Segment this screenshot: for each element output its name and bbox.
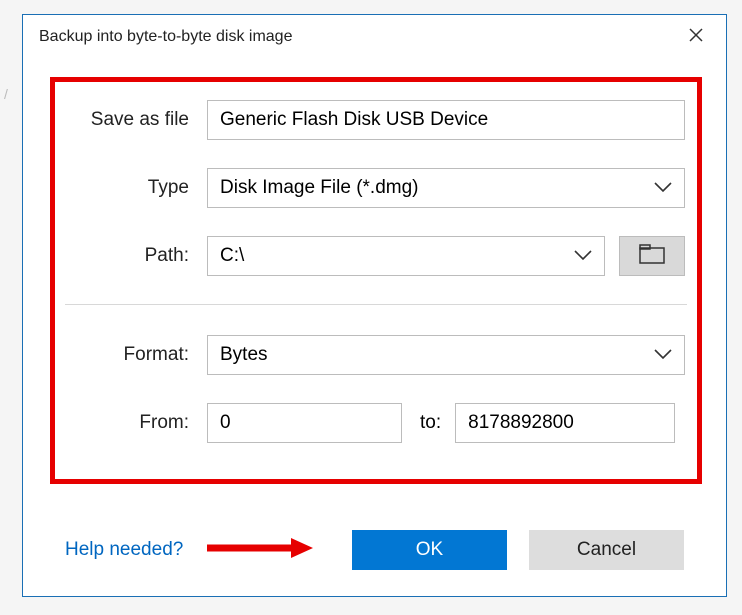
close-icon: [689, 28, 703, 47]
form-area: Save as file Type Disk Image File (*.dmg…: [65, 100, 687, 443]
dialog-title: Backup into byte-to-byte disk image: [39, 28, 292, 46]
type-select[interactable]: Disk Image File (*.dmg): [207, 168, 685, 208]
row-range: From: to:: [65, 403, 687, 443]
close-button[interactable]: [676, 22, 716, 52]
divider: [65, 304, 687, 305]
format-select-value: Bytes: [220, 344, 268, 366]
folder-icon: [639, 244, 665, 269]
to-input[interactable]: [455, 403, 675, 443]
from-input[interactable]: [207, 403, 402, 443]
label-path: Path:: [65, 245, 207, 267]
label-format: Format:: [65, 344, 207, 366]
bg-hint-slash: /: [4, 86, 8, 102]
row-save-as-file: Save as file: [65, 100, 687, 140]
label-save-as-file: Save as file: [65, 109, 207, 131]
chevron-down-icon: [654, 344, 672, 366]
path-select-value: C:\: [220, 245, 244, 267]
ok-button[interactable]: OK: [352, 530, 507, 570]
cancel-button[interactable]: Cancel: [529, 530, 684, 570]
browse-button[interactable]: [619, 236, 685, 276]
row-type: Type Disk Image File (*.dmg): [65, 168, 687, 208]
help-link[interactable]: Help needed?: [65, 539, 183, 561]
row-path: Path: C:\: [65, 236, 687, 276]
label-to: to:: [420, 412, 441, 434]
arrow-annotation: [205, 536, 315, 565]
backup-dialog: Backup into byte-to-byte disk image Save…: [22, 14, 727, 597]
label-from: From:: [65, 412, 207, 434]
save-as-file-input[interactable]: [207, 100, 685, 140]
path-select[interactable]: C:\: [207, 236, 605, 276]
titlebar: Backup into byte-to-byte disk image: [23, 15, 726, 59]
label-type: Type: [65, 177, 207, 199]
bottom-bar: Help needed? OK Cancel: [65, 530, 684, 570]
format-select[interactable]: Bytes: [207, 335, 685, 375]
row-format: Format: Bytes: [65, 335, 687, 375]
chevron-down-icon: [574, 245, 592, 267]
chevron-down-icon: [654, 177, 672, 199]
type-select-value: Disk Image File (*.dmg): [220, 177, 419, 199]
